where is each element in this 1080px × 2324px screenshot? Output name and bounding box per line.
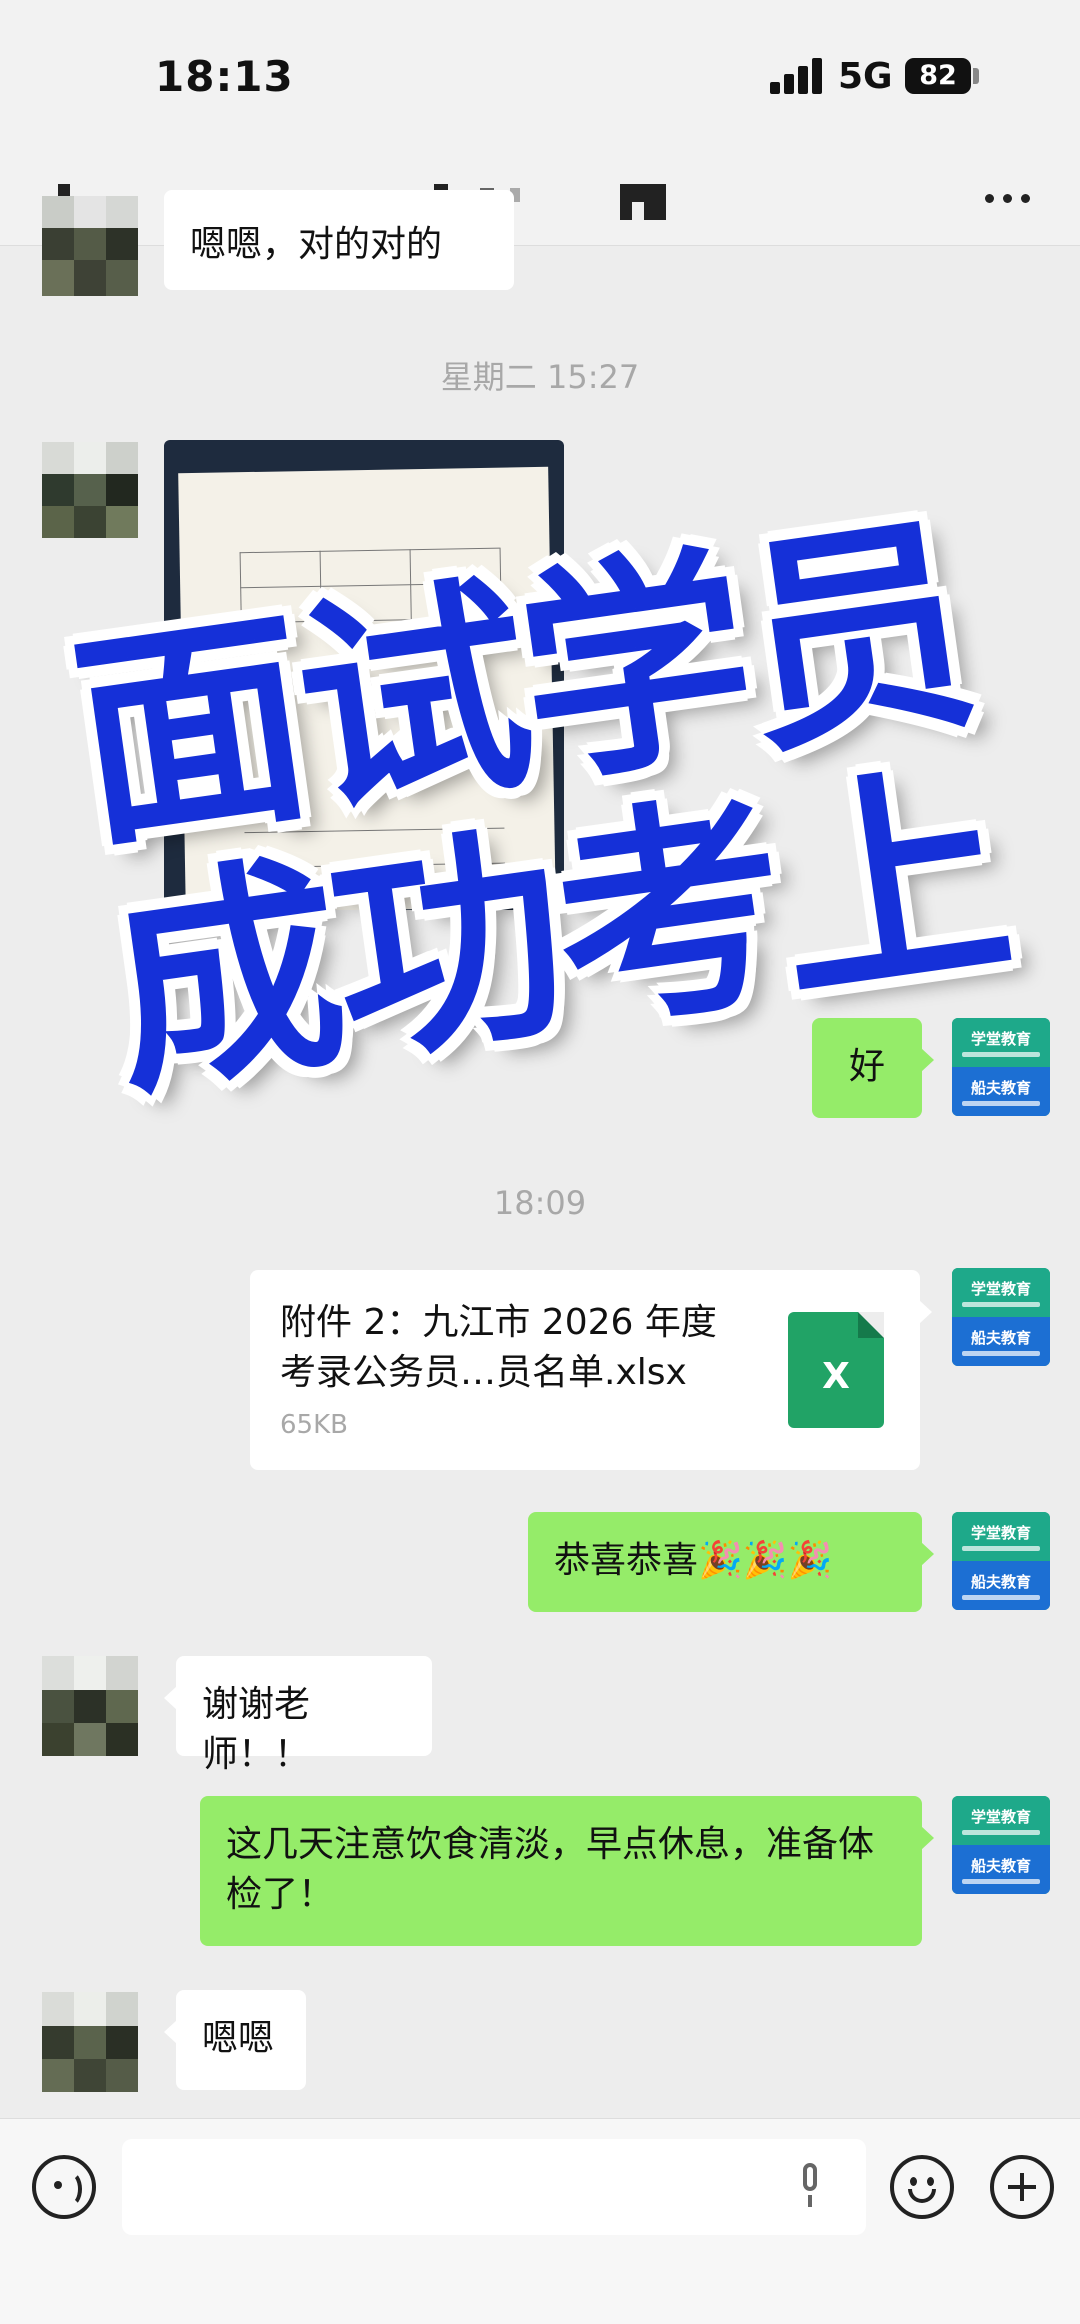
message-text: 这几天注意饮食清淡，早点休息，准备体检了！ <box>226 1824 875 1915</box>
self-avatar[interactable]: 学堂教育 船夫教育 <box>952 1512 1050 1610</box>
emoji-icon[interactable] <box>890 2155 954 2219</box>
message-bubble[interactable]: 嗯嗯，对的对的 <box>164 190 514 290</box>
voice-mode-icon[interactable] <box>32 2155 96 2219</box>
avatar[interactable] <box>42 442 138 538</box>
signal-icon <box>770 58 824 94</box>
status-bar: 18:13 5G 82 <box>0 0 1080 160</box>
input-bar <box>0 2118 1080 2324</box>
excel-file-icon: X <box>788 1312 884 1428</box>
avatar[interactable] <box>42 1992 138 2092</box>
file-message[interactable]: 附件 2：九江市 2026 年度考录公务员…员名单.xlsx 65KB X <box>250 1270 932 1470</box>
battery-tip <box>973 68 979 84</box>
message-bubble[interactable]: 这几天注意饮食清淡，早点休息，准备体检了！ <box>200 1796 934 1946</box>
microphone-icon[interactable] <box>796 2163 822 2209</box>
battery-icon: 82 <box>905 58 971 94</box>
plus-icon[interactable] <box>990 2155 1054 2219</box>
message-text: 嗯嗯 <box>202 2018 275 2059</box>
message-text: 恭喜恭喜🎉🎉🎉 <box>554 1540 833 1581</box>
message-text: 嗯嗯，对的对的 <box>190 224 443 265</box>
file-size: 65KB <box>280 1410 348 1440</box>
network-type: 5G <box>838 56 893 97</box>
message-input[interactable] <box>122 2139 866 2235</box>
avatar[interactable] <box>42 1656 138 1756</box>
status-time: 18:13 <box>155 52 294 101</box>
avatar[interactable] <box>42 196 138 296</box>
more-icon[interactable] <box>985 190 1035 210</box>
chat-screen: 18:13 5G 82 嗯嗯，对的对的 星期二 15:27 好 学堂教育 船夫教… <box>0 0 1080 2324</box>
message-bubble[interactable]: 谢谢老师！！ <box>164 1656 432 1775</box>
timestamp: 18:09 <box>493 1184 587 1222</box>
file-name: 附件 2：九江市 2026 年度考录公务员…员名单.xlsx <box>280 1302 717 1393</box>
message-bubble[interactable]: 恭喜恭喜🎉🎉🎉 <box>528 1512 934 1612</box>
timestamp: 星期二 15:27 <box>440 358 640 396</box>
self-avatar[interactable]: 学堂教育 船夫教育 <box>952 1796 1050 1894</box>
self-avatar[interactable]: 学堂教育 船夫教育 <box>952 1268 1050 1366</box>
message-bubble[interactable]: 嗯嗯 <box>164 1990 306 2090</box>
message-text: 谢谢老师！！ <box>202 1684 311 1775</box>
nav-bar <box>0 160 1080 246</box>
